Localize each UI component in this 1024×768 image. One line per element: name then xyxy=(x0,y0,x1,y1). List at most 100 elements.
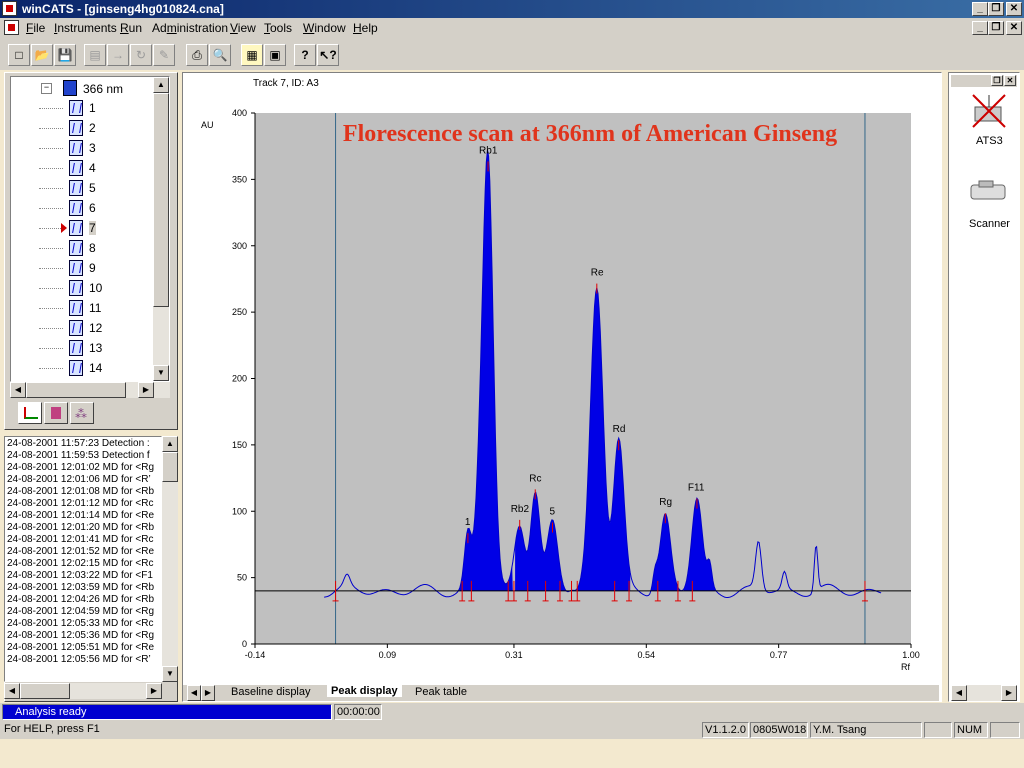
child-minimize-icon[interactable]: _ xyxy=(972,21,988,35)
tab-baseline-display[interactable]: Baseline display xyxy=(231,686,311,698)
tree-view-tab-icon[interactable] xyxy=(18,402,42,424)
log-vscroll[interactable]: ▲ ▼ xyxy=(162,436,178,682)
disabled-3-icon[interactable]: ↻ xyxy=(130,44,152,66)
y-axis-label: AU xyxy=(201,120,214,130)
track-icon xyxy=(69,240,83,256)
child-restore-icon[interactable]: ❐ xyxy=(988,21,1004,35)
tree-item[interactable]: 13 xyxy=(39,339,149,359)
app-icon[interactable] xyxy=(2,1,17,16)
device-scroll-left-icon[interactable]: ◀ xyxy=(951,685,967,701)
device-panel-close-icon[interactable]: ✕ xyxy=(1004,75,1016,86)
disabled-2-icon[interactable]: → xyxy=(107,44,129,66)
view-1-icon[interactable]: ▦ xyxy=(241,44,263,66)
menu-help[interactable]: Help xyxy=(353,21,378,35)
track-icon xyxy=(69,280,83,296)
menu-file[interactable]: File xyxy=(26,21,45,35)
tree-item[interactable]: 4 xyxy=(39,159,149,179)
tree-hscroll[interactable]: ◀ ▶ xyxy=(10,382,170,398)
menu-tools[interactable]: Tools xyxy=(264,21,292,35)
log-line: 24-08-2001 12:01:41 MD for <Rc xyxy=(7,534,154,545)
tree-item[interactable]: 14 xyxy=(39,359,149,379)
tab-peak-table[interactable]: Peak table xyxy=(415,686,467,698)
menu-run[interactable]: Run xyxy=(120,21,142,35)
tab-peak-display[interactable]: Peak display xyxy=(327,685,402,697)
track-icon xyxy=(69,120,83,136)
tree-item[interactable]: 10 xyxy=(39,279,149,299)
tree-root-label: 366 nm xyxy=(83,82,124,96)
menu-window[interactable]: Window xyxy=(303,21,346,35)
scroll-up-icon[interactable]: ▲ xyxy=(153,77,169,93)
device-panel-restore-icon[interactable]: ❐ xyxy=(991,75,1003,86)
log-line: 24-08-2001 12:01:02 MD for <Rg xyxy=(7,462,155,473)
scroll-thumb[interactable] xyxy=(153,93,169,307)
log-line: 24-08-2001 12:01:20 MD for <Rb xyxy=(7,522,155,533)
methods-tab-icon[interactable]: ⁂ xyxy=(70,402,94,424)
peak-label: F11 xyxy=(688,483,705,494)
track-icon xyxy=(69,160,83,176)
tree-item[interactable]: 11 xyxy=(39,299,149,319)
view-2-icon[interactable]: ▣ xyxy=(264,44,286,66)
log-scroll-right-icon[interactable]: ▶ xyxy=(146,683,162,699)
device-scroll-right-icon[interactable]: ▶ xyxy=(1001,685,1017,701)
tree-item[interactable]: 7 xyxy=(39,219,149,239)
tree-item[interactable]: 12 xyxy=(39,319,149,339)
disabled-1-icon[interactable]: ▤ xyxy=(84,44,106,66)
print-preview-icon[interactable]: 🔍 xyxy=(209,44,231,66)
tree-item[interactable]: 3 xyxy=(39,139,149,159)
x-tick-label: 0.09 xyxy=(379,650,397,660)
collapse-icon[interactable]: − xyxy=(41,83,52,94)
log-scroll-thumb[interactable] xyxy=(162,452,178,482)
y-tick-label: 50 xyxy=(237,573,247,583)
scroll-down-icon[interactable]: ▼ xyxy=(153,365,169,381)
ats3-device-icon[interactable] xyxy=(969,93,1009,129)
new-file-icon[interactable]: □ xyxy=(8,44,30,66)
close-icon[interactable]: ✕ xyxy=(1006,2,1022,16)
menu-administration[interactable]: Administration xyxy=(152,21,228,35)
help-icon[interactable]: ? xyxy=(294,44,316,66)
track-icon xyxy=(69,140,83,156)
tree-vscroll[interactable]: ▲ ▼ xyxy=(153,77,169,381)
tree-item[interactable]: 1 xyxy=(39,99,149,119)
context-help-icon[interactable]: ↖? xyxy=(317,44,339,66)
disabled-4-icon[interactable]: ✎ xyxy=(153,44,175,66)
densitogram-chart[interactable]: 1 Rb1 Rb2 Rc 5 Re Rd Rg F11 0 50 100 150 200 250 300 350… xyxy=(183,73,939,685)
y-tick-label: 0 xyxy=(242,639,247,649)
track-icon xyxy=(69,340,83,356)
log-scroll-left-icon[interactable]: ◀ xyxy=(4,683,20,699)
tree-item[interactable]: 9 xyxy=(39,259,149,279)
log-scroll-down-icon[interactable]: ▼ xyxy=(162,666,178,682)
code-label: 0805W018 xyxy=(750,722,808,738)
device-hscroll[interactable]: ◀ ▶ xyxy=(951,685,1017,701)
tree-item[interactable]: 8 xyxy=(39,239,149,259)
minimize-icon[interactable]: _ xyxy=(972,2,988,16)
chart-title: Florescence scan at 366nm of American Gi… xyxy=(343,121,837,147)
tree-item-label: 14 xyxy=(89,361,103,375)
document-icon[interactable] xyxy=(4,20,19,35)
open-file-icon[interactable]: 📂 xyxy=(31,44,53,66)
tree-item-label: 9 xyxy=(89,261,96,275)
tab-prev-icon[interactable]: ◀ xyxy=(187,685,201,701)
tree-item[interactable]: 6 xyxy=(39,199,149,219)
track-icon xyxy=(69,180,83,196)
tab-next-icon[interactable]: ▶ xyxy=(201,685,215,701)
scroll-left-icon[interactable]: ◀ xyxy=(10,382,26,398)
x-tick-label: 0.77 xyxy=(770,650,788,660)
tree-item[interactable]: 5 xyxy=(39,179,149,199)
log-hscroll[interactable]: ◀ ▶ xyxy=(4,683,162,699)
scroll-right-icon[interactable]: ▶ xyxy=(138,382,154,398)
log-hscroll-thumb[interactable] xyxy=(20,683,70,699)
device-panel-header: ❐ ✕ xyxy=(951,75,1017,87)
save-file-icon[interactable]: 💾 xyxy=(54,44,76,66)
list-view-tab-icon[interactable] xyxy=(44,402,68,424)
scanner-device-icon[interactable] xyxy=(969,177,1009,203)
menu-view[interactable]: View xyxy=(230,21,256,35)
menu-instruments[interactable]: Instruments xyxy=(54,21,117,35)
child-close-icon[interactable]: ✕ xyxy=(1006,21,1022,35)
hscroll-thumb[interactable] xyxy=(26,382,126,398)
tree-item[interactable]: 2 xyxy=(39,119,149,139)
restore-icon[interactable]: ❐ xyxy=(988,2,1004,16)
tree-root[interactable]: − 366 nm xyxy=(41,79,161,99)
x-tick-label: 0.31 xyxy=(505,650,523,660)
print-icon[interactable]: ⎙ xyxy=(186,44,208,66)
log-scroll-up-icon[interactable]: ▲ xyxy=(162,436,178,452)
